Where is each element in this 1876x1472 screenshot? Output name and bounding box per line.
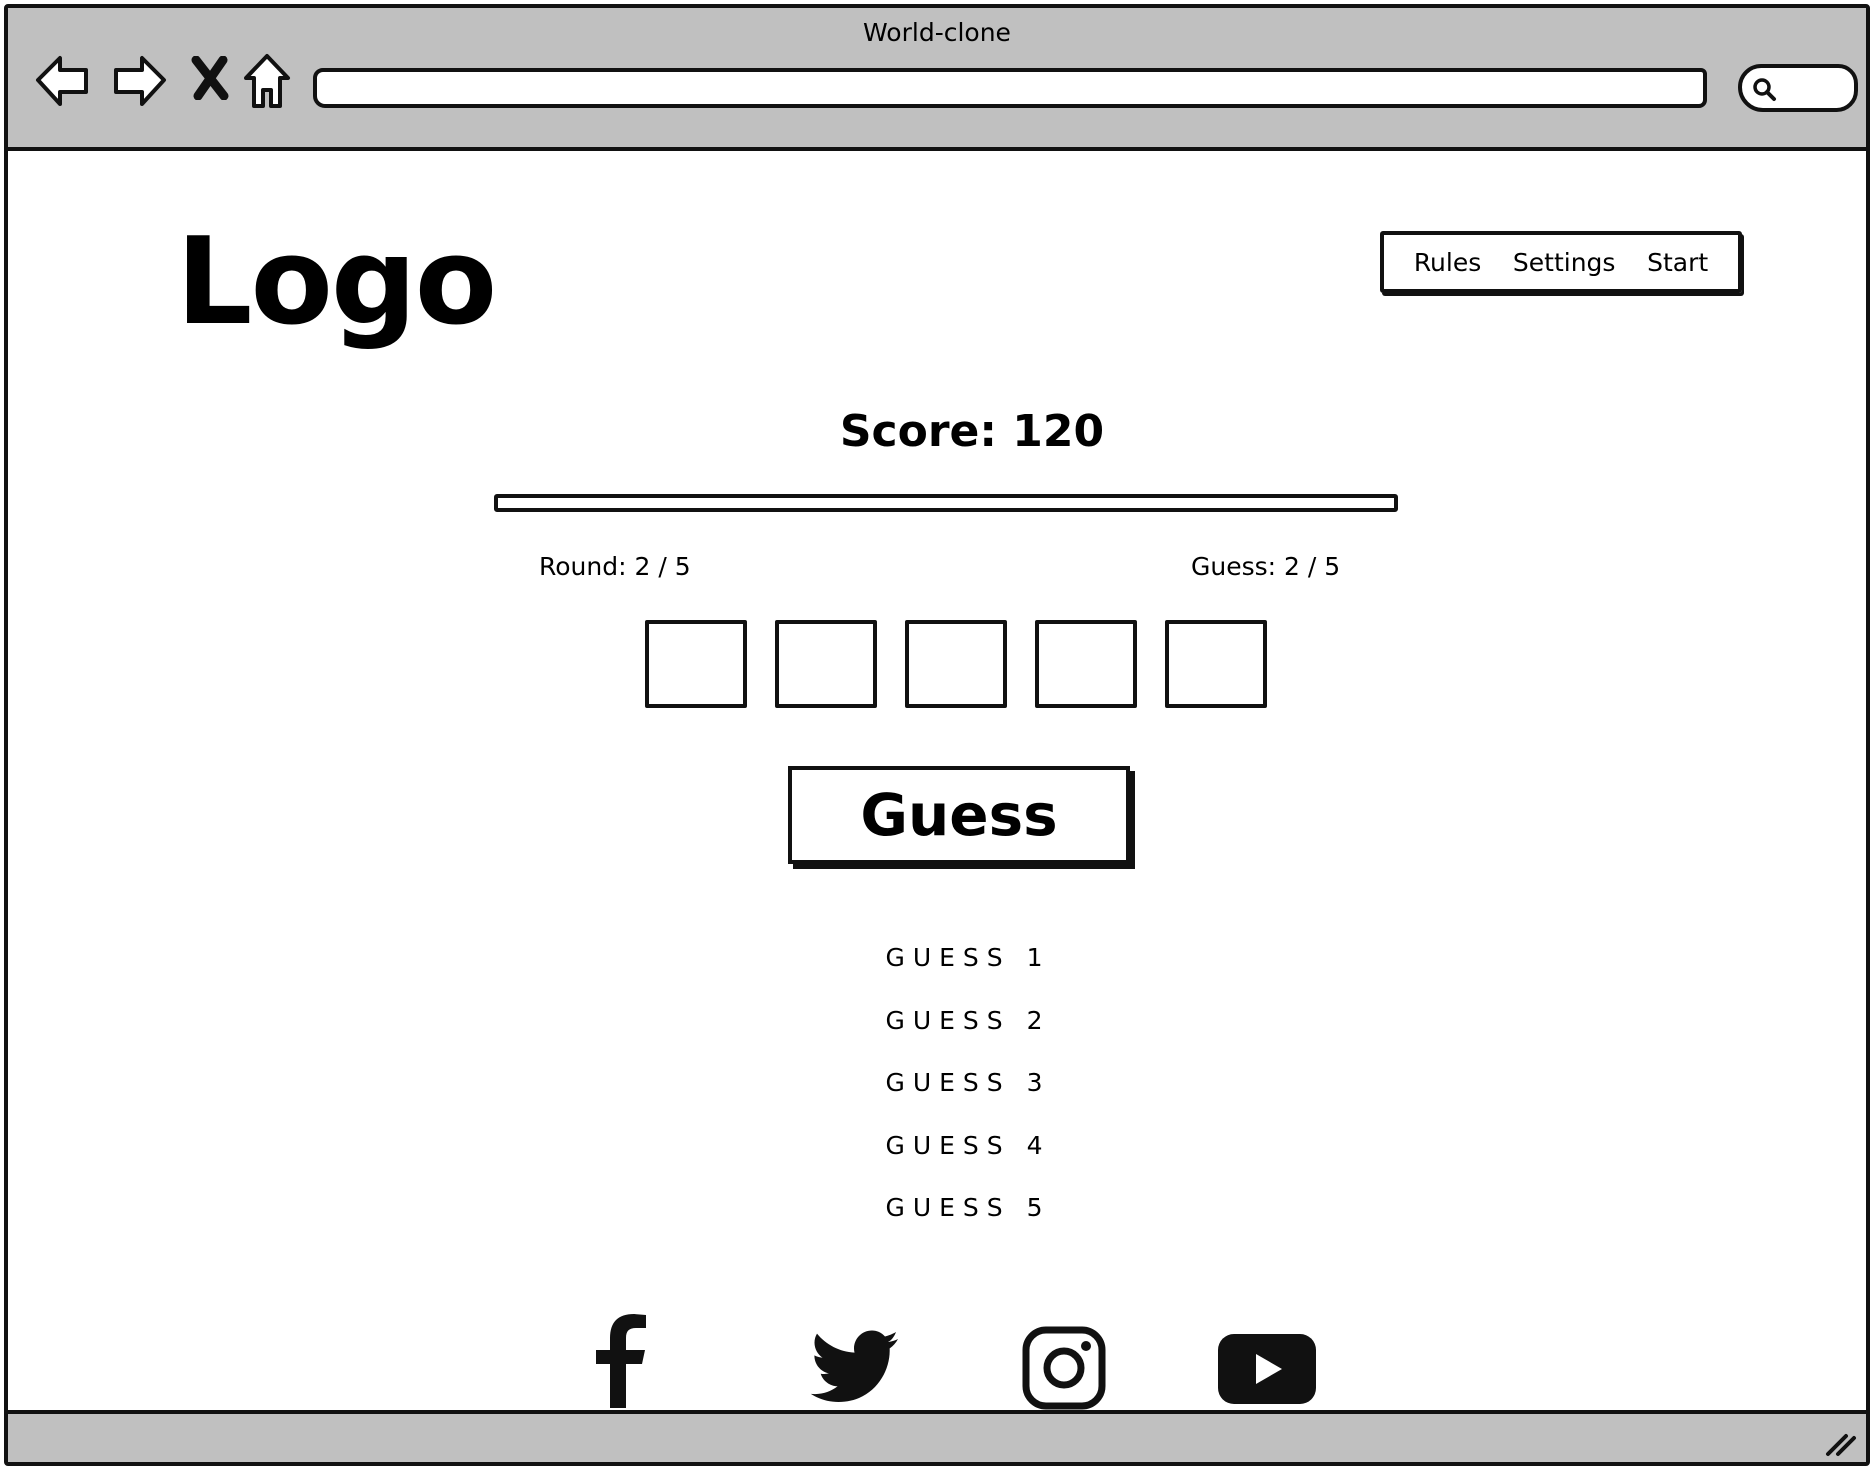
stop-icon[interactable] — [190, 56, 230, 100]
nav-item-settings[interactable]: Settings — [1513, 248, 1616, 277]
guess-counter: Guess: 2 / 5 — [1191, 552, 1341, 581]
letter-tiles — [645, 620, 1267, 708]
resize-grip-icon[interactable] — [1824, 1428, 1858, 1458]
browser-statusbar — [8, 1410, 1866, 1462]
letter-tile[interactable] — [645, 620, 747, 708]
round-counter: Round: 2 / 5 — [539, 552, 691, 581]
nav-menu: Rules Settings Start — [1380, 231, 1742, 293]
browser-window: World-clone Logo Rules Settings Start Sc… — [4, 4, 1870, 1466]
guess-list-item: GUESS 5 — [885, 1193, 1051, 1222]
twitter-icon[interactable] — [808, 1330, 900, 1406]
logo[interactable]: Logo — [176, 223, 497, 343]
youtube-icon[interactable] — [1218, 1334, 1316, 1404]
window-title: World-clone — [863, 18, 1011, 47]
letter-tile[interactable] — [905, 620, 1007, 708]
nav-item-start[interactable]: Start — [1647, 248, 1708, 277]
home-icon[interactable] — [242, 52, 292, 110]
score-container: Score: 120 — [8, 406, 1866, 457]
letter-tile[interactable] — [775, 620, 877, 708]
guess-list-item: GUESS 2 — [885, 1005, 1051, 1035]
progress-bar — [494, 494, 1398, 512]
score-text: Score: 120 — [839, 406, 1105, 457]
browser-toolbar: World-clone — [8, 8, 1866, 151]
guess-button[interactable]: Guess — [788, 766, 1130, 864]
nav-item-rules[interactable]: Rules — [1414, 248, 1481, 277]
instagram-icon[interactable] — [1022, 1326, 1106, 1410]
guess-list-item: GUESS 4 — [885, 1130, 1051, 1160]
letter-tile[interactable] — [1165, 620, 1267, 708]
guess-list-item: GUESS 3 — [885, 1068, 1051, 1097]
facebook-icon[interactable] — [592, 1314, 648, 1408]
letter-tile[interactable] — [1035, 620, 1137, 708]
guess-list: GUESS 1 GUESS 2 GUESS 3 GUESS 4 GUESS 5 — [70, 940, 1866, 1253]
forward-icon[interactable] — [108, 50, 168, 110]
back-icon[interactable] — [34, 50, 92, 110]
guess-list-item: GUESS 1 — [885, 943, 1051, 972]
browser-search-box[interactable] — [1738, 64, 1858, 112]
address-bar[interactable] — [313, 68, 1707, 108]
search-icon — [1753, 78, 1776, 101]
